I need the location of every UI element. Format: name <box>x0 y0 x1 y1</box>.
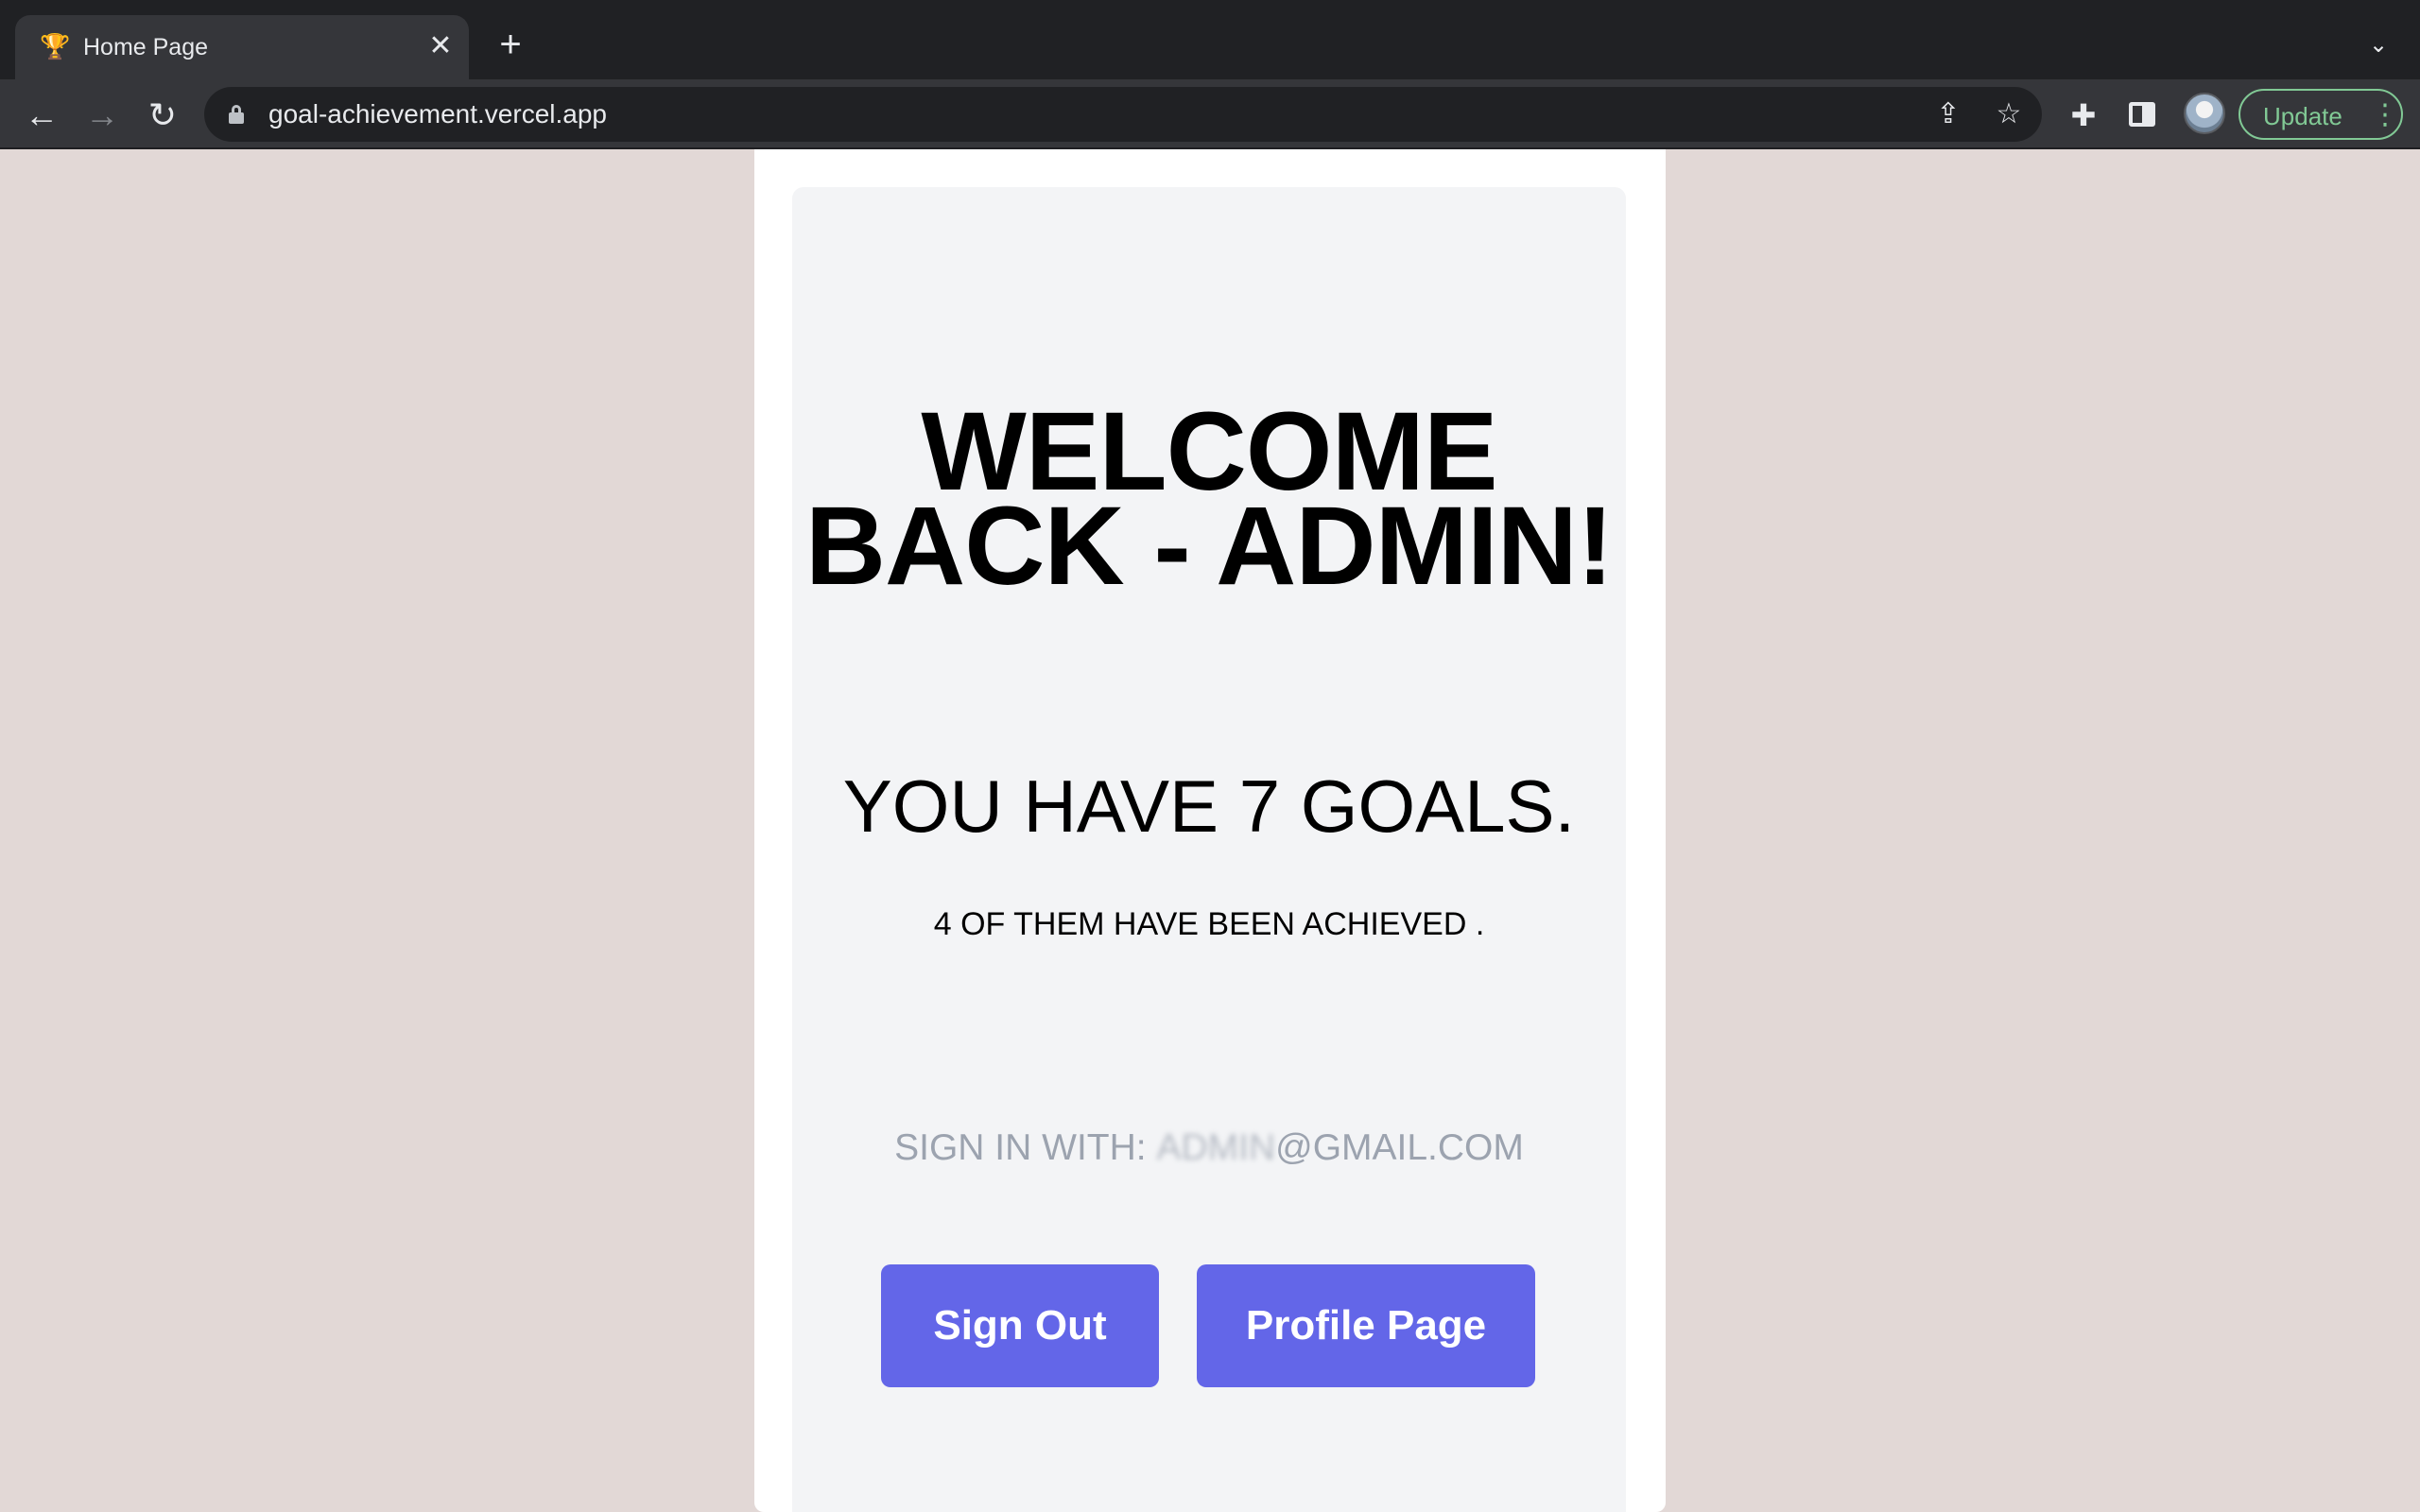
new-tab-button[interactable]: + <box>492 26 529 64</box>
browser-toolbar: ← → ↻ goal-achievement.vercel.app ⇪ ☆ ✚ … <box>0 79 2420 149</box>
tab-title: Home Page <box>83 34 209 60</box>
close-tab-icon[interactable]: ✕ <box>424 30 458 64</box>
reload-icon[interactable]: ↻ <box>142 94 183 136</box>
side-panel-icon[interactable] <box>2129 102 2155 127</box>
back-arrow-icon[interactable]: ← <box>21 94 62 136</box>
goals-count-text: YOU HAVE 7 GOALS. <box>842 765 1576 848</box>
signin-prefix: SIGN IN WITH: <box>894 1127 1157 1168</box>
trophy-icon: 🏆 <box>40 32 71 60</box>
bookmark-star-icon[interactable]: ☆ <box>1989 94 2029 134</box>
home-card-content: WELCOME BACK - ADMIN! YOU HAVE 7 GOALS. … <box>792 187 1626 1512</box>
signin-email-local: ADMIN <box>1156 1127 1276 1168</box>
browser-tabstrip: 🏆 Home Page ✕ + ⌄ <box>0 0 2420 79</box>
welcome-heading: WELCOME BACK - ADMIN! <box>804 389 1614 609</box>
profile-avatar[interactable] <box>2184 93 2225 134</box>
profile-page-button[interactable]: Profile Page <box>1197 1264 1535 1387</box>
kebab-menu-icon[interactable]: ⋮ <box>2371 98 2399 132</box>
signed-in-email-text: SIGN IN WITH: ADMIN@GMAIL.COM <box>792 1126 1626 1170</box>
sign-out-button[interactable]: Sign Out <box>881 1264 1159 1387</box>
url-text[interactable]: goal-achievement.vercel.app <box>268 99 607 129</box>
browser-tab-home[interactable]: 🏆 Home Page ✕ <box>15 15 469 79</box>
lock-icon[interactable] <box>229 105 244 124</box>
home-card: WELCOME BACK - ADMIN! YOU HAVE 7 GOALS. … <box>754 149 1666 1512</box>
extensions-puzzle-icon[interactable]: ✚ <box>2063 94 2104 136</box>
address-bar[interactable]: goal-achievement.vercel.app ⇪ ☆ <box>204 87 2042 142</box>
share-icon[interactable]: ⇪ <box>1928 94 1968 134</box>
update-button[interactable]: Update ⋮ <box>2238 89 2403 140</box>
page-viewport: WELCOME BACK - ADMIN! YOU HAVE 7 GOALS. … <box>0 149 2420 1512</box>
update-label: Update <box>2263 102 2342 130</box>
tab-search-chevron-icon[interactable]: ⌄ <box>2360 26 2397 64</box>
achieved-count-text: 4 OF THEM HAVE BEEN ACHIEVED . <box>933 906 1485 942</box>
signin-email-domain: @GMAIL.COM <box>1275 1127 1524 1168</box>
forward-arrow-icon[interactable]: → <box>81 94 123 136</box>
